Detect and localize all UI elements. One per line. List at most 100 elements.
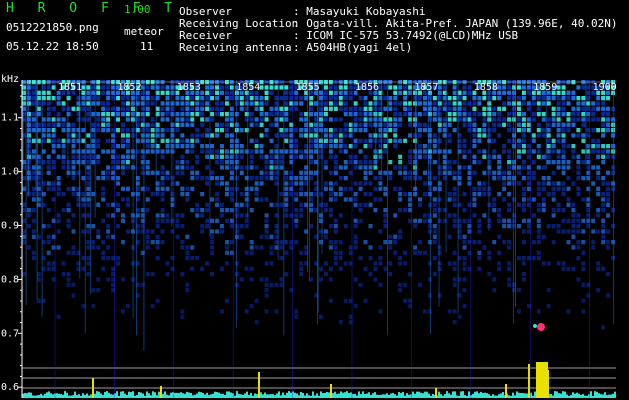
noise-pixel xyxy=(249,208,254,213)
noise-pixel xyxy=(61,192,66,197)
noise-pixel xyxy=(160,138,165,143)
noise-pixel xyxy=(323,144,328,149)
noise-pixel xyxy=(224,96,229,101)
noise-pixel xyxy=(165,170,170,175)
noise-pixel xyxy=(353,240,358,245)
floor-pixel xyxy=(594,391,596,398)
noise-pixel xyxy=(462,90,467,95)
noise-pixel xyxy=(561,149,566,154)
noise-pixel xyxy=(200,208,205,213)
floor-pixel xyxy=(166,394,168,398)
noise-pixel xyxy=(581,149,586,154)
noise-pixel xyxy=(393,117,398,122)
noise-pixel xyxy=(432,96,437,101)
noise-pixel xyxy=(61,128,66,133)
noise-pixel xyxy=(368,133,373,138)
noise-pixel xyxy=(299,181,304,186)
noise-pixel xyxy=(596,154,601,159)
noise-pixel xyxy=(571,122,576,127)
noise-pixel xyxy=(462,96,467,101)
noise-pixel xyxy=(180,165,185,170)
noise-pixel xyxy=(323,85,328,90)
noise-pixel xyxy=(125,96,130,101)
noise-pixel xyxy=(432,133,437,138)
noise-pixel xyxy=(536,309,541,314)
noise-pixel xyxy=(581,218,586,223)
noise-pixel xyxy=(190,133,195,138)
noise-pixel xyxy=(200,133,205,138)
noise-pixel xyxy=(125,165,130,170)
noise-pixel xyxy=(403,101,408,106)
noise-pixel xyxy=(388,245,393,250)
noise-pixel xyxy=(66,224,71,229)
noise-pixel xyxy=(373,176,378,181)
noise-pixel xyxy=(452,224,457,229)
noise-pixel xyxy=(96,85,101,90)
noise-pixel xyxy=(249,138,254,143)
noise-pixel xyxy=(46,122,51,127)
noise-pixel xyxy=(482,117,487,122)
noise-pixel xyxy=(299,101,304,106)
noise-pixel xyxy=(462,165,467,170)
noise-pixel xyxy=(521,229,526,234)
noise-pixel xyxy=(388,122,393,127)
noise-pixel xyxy=(521,165,526,170)
noise-pixel xyxy=(368,170,373,175)
noise-pixel xyxy=(427,213,432,218)
floor-pixel xyxy=(494,395,496,398)
noise-pixel xyxy=(611,154,616,159)
noise-pixel xyxy=(190,106,195,111)
noise-pixel xyxy=(259,181,264,186)
floor-pixel xyxy=(24,393,26,398)
noise-pixel xyxy=(566,90,571,95)
noise-pixel xyxy=(328,277,333,282)
noise-pixel xyxy=(101,112,106,117)
noise-pixel xyxy=(343,128,348,133)
noise-pixel xyxy=(507,261,512,266)
noise-pixel xyxy=(195,176,200,181)
noise-pixel xyxy=(517,138,521,143)
noise-pixel xyxy=(279,192,284,197)
noise-pixel xyxy=(521,176,526,181)
noise-pixel xyxy=(432,117,437,122)
noise-pixel xyxy=(517,149,521,154)
noise-pixel xyxy=(284,208,289,213)
noise-pixel xyxy=(328,298,333,303)
floor-pixel xyxy=(74,391,76,398)
noise-pixel xyxy=(66,122,71,127)
noise-pixel xyxy=(398,282,403,287)
floor-pixel xyxy=(342,392,344,398)
noise-pixel xyxy=(239,213,244,218)
noise-pixel xyxy=(536,149,541,154)
noise-pixel xyxy=(328,192,333,197)
floor-pixel xyxy=(526,393,528,398)
floor-pixel xyxy=(358,391,360,398)
noise-pixel xyxy=(86,160,91,165)
noise-pixel xyxy=(121,218,125,223)
noise-pixel xyxy=(338,128,343,133)
noise-pixel xyxy=(106,224,111,229)
floor-pixel xyxy=(562,391,564,398)
noise-streak xyxy=(387,80,389,336)
noise-pixel xyxy=(279,240,284,245)
noise-pixel xyxy=(150,128,155,133)
noise-pixel xyxy=(71,154,76,159)
noise-pixel xyxy=(180,272,185,277)
noise-pixel xyxy=(502,122,507,127)
noise-pixel xyxy=(259,197,264,202)
noise-pixel xyxy=(165,186,170,191)
noise-pixel xyxy=(205,149,210,154)
noise-pixel xyxy=(418,197,422,202)
floor-pixel xyxy=(308,395,310,398)
noise-streak xyxy=(171,80,173,227)
noise-pixel xyxy=(121,160,125,165)
noise-pixel xyxy=(46,234,51,239)
noise-pixel xyxy=(269,282,274,287)
noise-pixel xyxy=(462,261,467,266)
noise-pixel xyxy=(220,224,224,229)
floor-pixel xyxy=(574,393,576,398)
noise-pixel xyxy=(150,170,155,175)
floor-pixel xyxy=(394,394,396,398)
noise-pixel xyxy=(521,122,526,127)
noise-pixel xyxy=(155,213,160,218)
